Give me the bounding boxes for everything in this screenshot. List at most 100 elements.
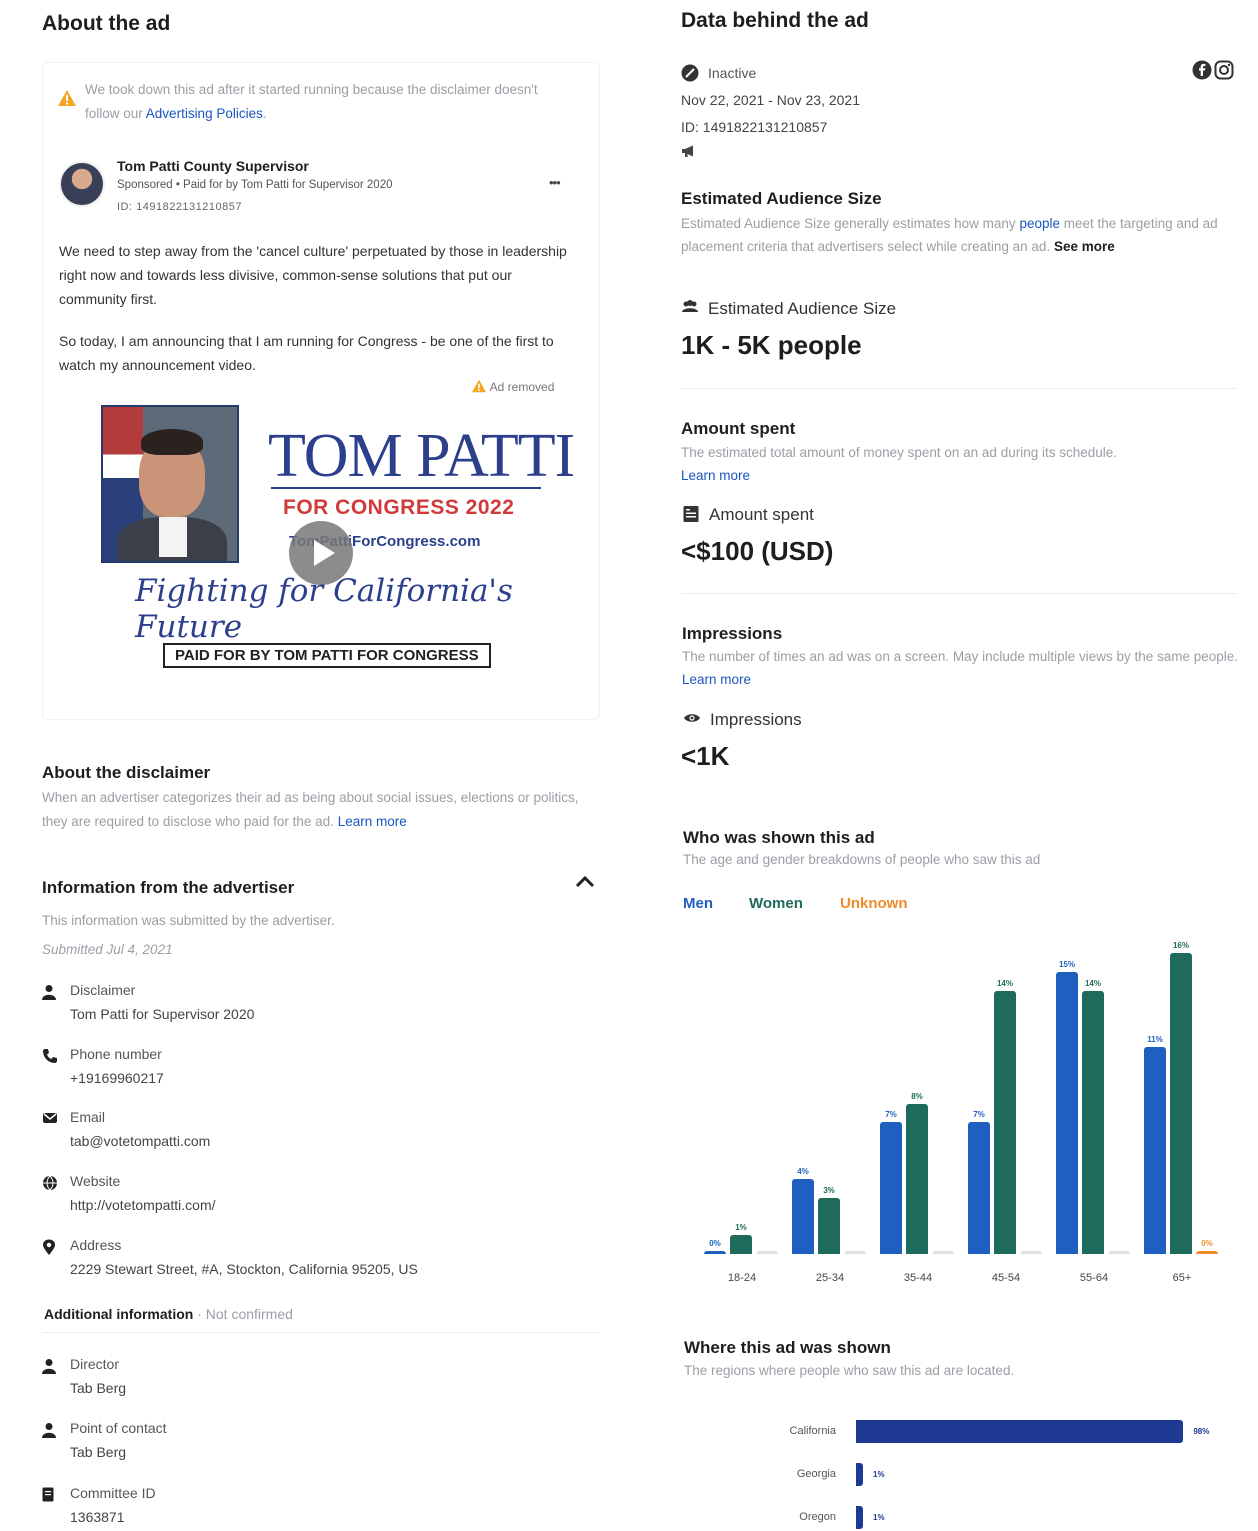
- people-link[interactable]: people: [1019, 216, 1060, 231]
- region-bar-georgia[interactable]: [856, 1463, 863, 1486]
- impressions-desc: The number of times an ad was on a scree…: [682, 645, 1242, 691]
- library-id: ID: 1491822131210857: [681, 119, 828, 135]
- collapse-chevron-icon[interactable]: [574, 874, 598, 894]
- region-label-georgia: Georgia: [796, 1468, 836, 1480]
- eye-icon: [683, 711, 701, 725]
- candidate-photo: [101, 405, 239, 563]
- status-text: Inactive: [708, 65, 757, 81]
- impressions-learn-more-link[interactable]: Learn more: [682, 672, 751, 687]
- advertising-policies-link[interactable]: Advertising Policies: [146, 106, 263, 121]
- audience-title: Estimated Audience Size: [681, 189, 882, 208]
- bar-unknown-45-54[interactable]: [1020, 1251, 1042, 1254]
- impressions-value: <1K: [681, 741, 730, 771]
- bar-label-men-55-64: 15%: [1058, 960, 1075, 969]
- ad-body-paragraph-1: We need to step away from the 'cancel cu…: [59, 243, 567, 307]
- amount-spent-learn-more-link[interactable]: Learn more: [681, 468, 750, 483]
- bar-label-women-35-44: 8%: [911, 1091, 923, 1101]
- advertiser-info-title: Information from the advertiser: [42, 878, 295, 897]
- advertiser-info-subtitle: This information was submitted by the ad…: [42, 913, 335, 928]
- email-value[interactable]: tab@votetompatti.com: [70, 1133, 210, 1149]
- more-options-icon[interactable]: •••: [549, 175, 561, 190]
- bar-men-35-44[interactable]: [880, 1122, 902, 1254]
- bar-label-unknown-65+: 0%: [1201, 1239, 1213, 1248]
- bar-women-25-34[interactable]: [818, 1197, 840, 1254]
- who-shown-title: Who was shown this ad: [683, 828, 875, 847]
- bar-label-women-55-64: 14%: [1084, 978, 1101, 988]
- website-value[interactable]: http://votetompatti.com/: [70, 1197, 216, 1213]
- ad-body-paragraph-2: So today, I am announcing that I am runn…: [59, 333, 554, 373]
- bar-label-men-35-44: 7%: [885, 1110, 897, 1120]
- bar-unknown-65+[interactable]: [1196, 1251, 1218, 1254]
- tab-women[interactable]: Women: [749, 895, 803, 912]
- warning-icon: [57, 89, 77, 107]
- email-row: Email tab@votetompatti.com: [42, 1109, 602, 1157]
- submitted-date: Submitted Jul 4, 2021: [42, 942, 173, 957]
- point-of-contact-value: Tab Berg: [70, 1444, 127, 1460]
- bar-unknown-55-64[interactable]: [1108, 1251, 1130, 1254]
- bar-women-55-64[interactable]: [1082, 990, 1104, 1254]
- bar-men-55-64[interactable]: [1056, 972, 1078, 1254]
- page-avatar[interactable]: [59, 161, 105, 207]
- audience-desc-text: Estimated Audience Size generally estima…: [681, 216, 1016, 231]
- phone-label: Phone number: [70, 1046, 162, 1062]
- bar-men-25-34[interactable]: [792, 1178, 814, 1254]
- age-label-55-64: 55-64: [1079, 1272, 1109, 1284]
- facebook-icon: [1192, 60, 1214, 82]
- bar-label-women-45-54: 14%: [996, 978, 1013, 988]
- committee-id-label: Committee ID: [70, 1485, 156, 1501]
- address-value: 2229 Stewart Street, #A, Stockton, Calif…: [70, 1261, 418, 1277]
- bar-label-men-25-34: 4%: [797, 1166, 809, 1176]
- director-row: Director Tab Berg: [42, 1356, 602, 1404]
- people-group-icon: [681, 300, 701, 316]
- location-pin-icon: [42, 1239, 58, 1255]
- audience-value: 1K - 5K people: [681, 330, 862, 360]
- age-gender-chart: 0% 1% 18-24 4% 3% 25-34 7% 8% 35-44 7% 14% 45-54 15%…: [662, 930, 1258, 1300]
- bar-women-18-24[interactable]: [730, 1235, 752, 1254]
- bar-men-65+[interactable]: [1144, 1047, 1166, 1254]
- disclaimer-value: Tom Patti for Supervisor 2020: [70, 1006, 255, 1022]
- additional-info-status: · Not confirmed: [193, 1306, 293, 1322]
- amount-spent-label: Amount spent: [709, 505, 814, 524]
- ad-id: ID: 1491822131210857: [117, 201, 242, 213]
- age-label-25-34: 25-34: [815, 1272, 845, 1284]
- page-name[interactable]: Tom Patti County Supervisor: [117, 158, 309, 174]
- additional-info-heading: Additional information · Not confirmed: [44, 1306, 293, 1322]
- ad-removed-label: Ad removed: [489, 380, 555, 394]
- point-of-contact-row: Point of contact Tab Berg: [42, 1420, 602, 1468]
- region-label-california: California: [789, 1425, 836, 1437]
- disclaimer-learn-more-link[interactable]: Learn more: [338, 814, 407, 829]
- about-ad-title: About the ad: [42, 12, 171, 35]
- region-bar-california[interactable]: [856, 1420, 1184, 1443]
- creative-name-first: TOM: [268, 422, 403, 490]
- tab-men[interactable]: Men: [683, 895, 713, 912]
- bar-men-45-54[interactable]: [968, 1122, 990, 1254]
- bar-label-men-18-24: 0%: [709, 1239, 721, 1248]
- bar-women-35-44[interactable]: [906, 1103, 928, 1254]
- audience-divider: [681, 388, 1237, 389]
- bar-women-65+[interactable]: [1170, 953, 1192, 1254]
- audience-label: Estimated Audience Size: [708, 299, 897, 318]
- bar-women-45-54[interactable]: [994, 990, 1016, 1254]
- amount-spent-divider: [681, 593, 1237, 594]
- inactive-status-icon: [681, 64, 699, 82]
- tab-unknown[interactable]: Unknown: [840, 895, 908, 912]
- creative-name-last: PATTI: [416, 422, 575, 490]
- email-label: Email: [70, 1109, 106, 1125]
- region-bar-oregon[interactable]: [856, 1506, 863, 1529]
- person-icon: [42, 1422, 58, 1438]
- address-row: Address 2229 Stewart Street, #A, Stockto…: [42, 1237, 602, 1285]
- bar-unknown-18-24[interactable]: [756, 1251, 778, 1254]
- disclaimer-title: About the disclaimer: [42, 763, 211, 782]
- instagram-icon: [1214, 60, 1236, 82]
- region-value-california: 98%: [1193, 1427, 1210, 1436]
- bar-men-18-24[interactable]: [704, 1251, 726, 1254]
- point-of-contact-label: Point of contact: [70, 1420, 167, 1436]
- bar-label-men-45-54: 7%: [973, 1110, 985, 1120]
- region-value-oregon: 1%: [873, 1513, 885, 1522]
- data-behind-title: Data behind the ad: [681, 9, 869, 32]
- bar-unknown-35-44[interactable]: [932, 1251, 954, 1254]
- bar-unknown-25-34[interactable]: [844, 1251, 866, 1254]
- bar-label-men-65+: 11%: [1147, 1035, 1163, 1045]
- additional-info-title: Additional information: [44, 1306, 194, 1322]
- see-more-link[interactable]: See more: [1054, 239, 1115, 254]
